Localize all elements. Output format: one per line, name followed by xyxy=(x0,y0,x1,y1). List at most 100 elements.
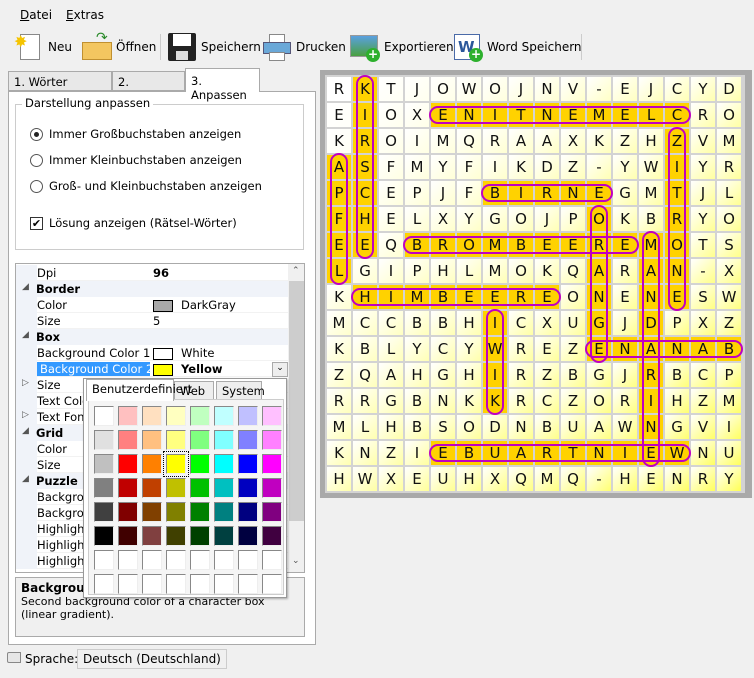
color-swatch[interactable] xyxy=(94,478,114,498)
property-row[interactable]: Background Color 2 Yellow xyxy=(16,361,288,377)
new-button[interactable]: ✸ Neu xyxy=(14,28,72,66)
color-swatch[interactable] xyxy=(166,502,186,522)
expand-icon[interactable]: ▷ xyxy=(22,378,29,388)
radio-uppercase[interactable]: Immer Großbuchstaben anzeigen xyxy=(30,127,241,141)
color-swatch[interactable] xyxy=(190,526,210,546)
color-swatch[interactable] xyxy=(142,574,162,594)
color-swatch[interactable] xyxy=(262,406,282,426)
checkmark-icon[interactable]: ✔ xyxy=(30,216,43,230)
expand-icon[interactable]: ▷ xyxy=(22,410,29,420)
property-value[interactable]: Yellow xyxy=(153,362,222,376)
color-swatch[interactable] xyxy=(163,451,189,477)
color-swatch[interactable] xyxy=(142,454,162,474)
color-swatch[interactable] xyxy=(214,574,234,594)
language-value[interactable]: Deutsch (Deutschland) xyxy=(77,649,227,669)
color-swatch[interactable] xyxy=(94,502,114,522)
radio-button[interactable] xyxy=(30,153,43,167)
color-swatch[interactable] xyxy=(262,502,282,522)
print-button[interactable]: Drucken xyxy=(262,28,346,66)
color-swatch[interactable] xyxy=(118,406,138,426)
color-swatch[interactable] xyxy=(190,478,210,498)
color-swatch[interactable] xyxy=(142,406,162,426)
radio-button[interactable] xyxy=(30,127,43,141)
color-swatch[interactable] xyxy=(166,478,186,498)
color-swatch[interactable] xyxy=(118,478,138,498)
tab-woerter-angeben[interactable]: 1. Wörter angeben xyxy=(8,71,112,103)
color-swatch[interactable] xyxy=(118,454,138,474)
color-swatch[interactable] xyxy=(166,430,186,450)
scroll-down-icon[interactable]: ⌄ xyxy=(292,556,300,566)
color-swatch[interactable] xyxy=(214,502,234,522)
color-swatch[interactable] xyxy=(238,454,258,474)
color-swatch[interactable] xyxy=(118,550,138,570)
color-swatch[interactable] xyxy=(94,574,114,594)
radio-button[interactable] xyxy=(30,179,43,193)
color-swatch[interactable] xyxy=(166,406,186,426)
color-swatch[interactable] xyxy=(118,526,138,546)
save-button[interactable]: Speichern xyxy=(167,28,261,66)
color-swatch[interactable] xyxy=(166,526,186,546)
color-swatch[interactable] xyxy=(190,430,210,450)
color-swatch[interactable] xyxy=(262,550,282,570)
color-swatch[interactable] xyxy=(214,454,234,474)
color-swatch[interactable] xyxy=(118,574,138,594)
property-value[interactable]: White xyxy=(153,346,214,360)
color-swatch[interactable] xyxy=(214,478,234,498)
color-swatch[interactable] xyxy=(190,454,210,474)
color-swatch[interactable] xyxy=(238,502,258,522)
dropdown-chevron-icon[interactable]: ⌄ xyxy=(272,362,288,377)
scrollbar-thumb[interactable] xyxy=(289,281,304,521)
color-swatch[interactable] xyxy=(166,550,186,570)
word-save-button[interactable]: W + Word Speichern xyxy=(453,28,582,66)
color-swatch[interactable] xyxy=(214,550,234,570)
color-swatch[interactable] xyxy=(238,478,258,498)
color-swatch[interactable] xyxy=(142,502,162,522)
radio-lowercase[interactable]: Immer Kleinbuchstaben anzeigen xyxy=(30,153,242,167)
color-swatch[interactable] xyxy=(166,574,186,594)
color-swatch[interactable] xyxy=(94,526,114,546)
property-value[interactable]: 5 xyxy=(153,314,160,328)
color-swatch[interactable] xyxy=(190,550,210,570)
property-value[interactable]: 96 xyxy=(153,266,169,280)
color-swatch[interactable] xyxy=(94,406,114,426)
tab-system[interactable]: System xyxy=(216,381,265,400)
color-swatch[interactable] xyxy=(190,574,210,594)
color-swatch[interactable] xyxy=(238,526,258,546)
color-swatch[interactable] xyxy=(262,454,282,474)
color-swatch[interactable] xyxy=(190,502,210,522)
color-swatch[interactable] xyxy=(94,430,114,450)
color-swatch[interactable] xyxy=(238,574,258,594)
property-grid-scrollbar[interactable]: ⌃ ⌄ xyxy=(288,264,304,572)
collapse-icon[interactable]: ◢ xyxy=(22,474,29,484)
collapse-icon[interactable]: ◢ xyxy=(22,330,29,340)
export-button[interactable]: + Exportieren xyxy=(350,28,454,66)
property-row[interactable]: Size 5 xyxy=(16,313,288,329)
color-swatch[interactable] xyxy=(118,502,138,522)
tab-anpassen[interactable]: 3. Anpassen xyxy=(185,68,260,102)
color-swatch[interactable] xyxy=(214,526,234,546)
color-swatch[interactable] xyxy=(142,526,162,546)
property-row[interactable]: Background Color 1 White xyxy=(16,345,288,361)
property-category[interactable]: ◢ Box xyxy=(16,329,288,345)
tab-generieren[interactable]: 2. Generieren xyxy=(112,71,185,103)
color-swatch[interactable] xyxy=(94,454,114,474)
radio-mixedcase[interactable]: Groß- und Kleinbuchstaben anzeigen xyxy=(30,179,262,193)
color-swatch[interactable] xyxy=(238,430,258,450)
color-swatch[interactable] xyxy=(262,478,282,498)
property-row[interactable]: Color DarkGray xyxy=(16,297,288,313)
color-swatch[interactable] xyxy=(190,406,210,426)
color-swatch[interactable] xyxy=(262,430,282,450)
property-category[interactable]: ◢ Border xyxy=(16,281,288,297)
color-swatch[interactable] xyxy=(142,430,162,450)
collapse-icon[interactable]: ◢ xyxy=(22,282,29,292)
color-swatch[interactable] xyxy=(238,406,258,426)
menu-extras[interactable]: Extras xyxy=(66,8,104,22)
color-swatch[interactable] xyxy=(94,550,114,570)
color-swatch[interactable] xyxy=(118,430,138,450)
property-row[interactable]: Dpi 96 xyxy=(16,265,288,281)
open-button[interactable]: ↷ Öffnen xyxy=(82,28,156,66)
color-swatch[interactable] xyxy=(142,478,162,498)
scroll-up-icon[interactable]: ⌃ xyxy=(292,266,300,276)
color-swatch[interactable] xyxy=(142,550,162,570)
tab-benutzerdefiniert[interactable]: Benutzerdefiniert xyxy=(86,379,192,401)
